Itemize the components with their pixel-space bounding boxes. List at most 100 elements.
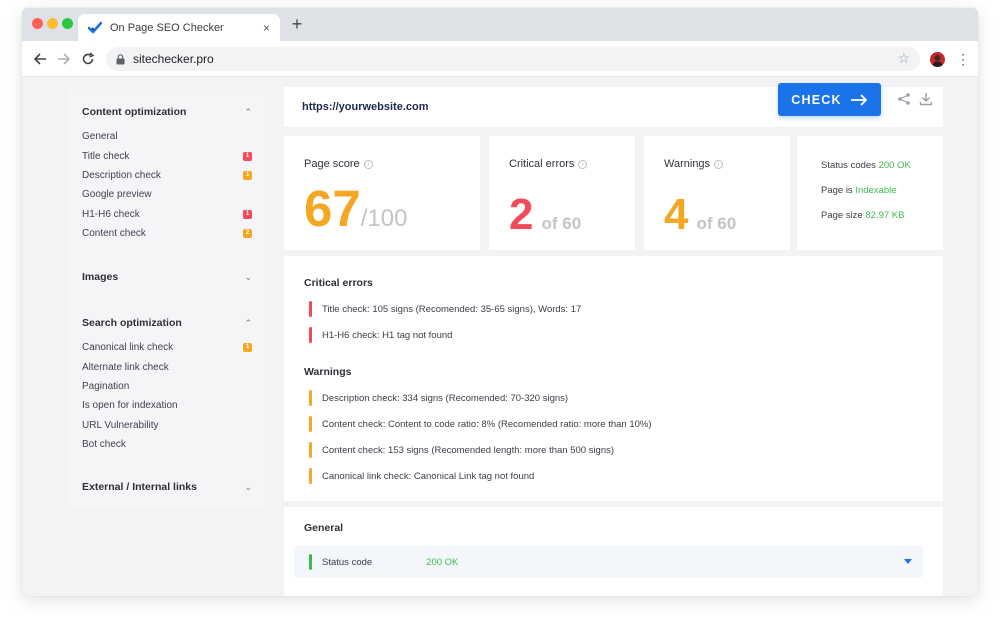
warning-indicator-bar bbox=[309, 442, 312, 458]
info-icon[interactable]: i bbox=[578, 159, 588, 169]
info-icon[interactable]: i bbox=[714, 159, 724, 169]
sidebar-item-description-check[interactable]: Description check 1 bbox=[82, 166, 252, 185]
sidebar-item-bot-check[interactable]: Bot check bbox=[82, 435, 252, 454]
browser-menu-icon[interactable]: ⋮ bbox=[956, 50, 970, 68]
warning-item: Description check: 334 signs (Recomended… bbox=[309, 390, 568, 406]
sidebar-item-canonical-link-check[interactable]: Canonical link check 1 bbox=[82, 338, 252, 357]
sidebar-item-title-check[interactable]: Title check 1 bbox=[82, 146, 252, 165]
sidebar-item-label: Description check bbox=[82, 169, 161, 181]
sidebar-item-url-vulnerability[interactable]: URL Vulnerability bbox=[82, 416, 252, 435]
chevron-up-icon: ⌃ bbox=[244, 106, 252, 117]
issue-text: Description check: 334 signs (Recomended… bbox=[322, 392, 569, 404]
profile-avatar[interactable] bbox=[930, 52, 945, 67]
website-url-input[interactable]: https://yourwebsite.com bbox=[302, 101, 429, 113]
score-number: 2 bbox=[509, 190, 534, 239]
issue-text: Content check: 153 signs (Recomended len… bbox=[322, 444, 615, 456]
page-size-stat: Page size 82.97 KB bbox=[821, 210, 904, 221]
browser-toolbar: sitechecker.pro ☆ ⋮ bbox=[22, 41, 978, 77]
critical-error-item: H1-H6 check: H1 tag not found bbox=[309, 327, 452, 343]
stat-value: 200 OK bbox=[878, 160, 911, 171]
stat-value: 82.97 KB bbox=[865, 210, 905, 221]
score-suffix: of 60 bbox=[541, 214, 582, 233]
section-header-content-optimization[interactable]: Content optimization ⌃ bbox=[82, 103, 252, 121]
section-header-external-internal-links[interactable]: External / Internal links ⌄ bbox=[82, 478, 252, 496]
sidebar-section-images: Images ⌄ bbox=[68, 268, 266, 286]
sidebar-item-google-preview[interactable]: Google preview bbox=[82, 185, 252, 204]
section-header-images[interactable]: Images ⌄ bbox=[82, 268, 252, 286]
critical-error-item: Title check: 105 signs (Recomended: 35-6… bbox=[309, 301, 581, 317]
sidebar-item-indexation[interactable]: Is open for indexation bbox=[82, 396, 252, 415]
expand-triangle-icon[interactable] bbox=[904, 559, 912, 564]
download-icon[interactable] bbox=[919, 92, 933, 106]
sidebar-item-label: Google preview bbox=[82, 189, 152, 201]
check-button-label: CHECK bbox=[791, 92, 842, 107]
page-score-card: Page score i 67/100 bbox=[284, 136, 480, 250]
warning-indicator-bar bbox=[309, 468, 312, 484]
status-code-row[interactable]: Status code 200 OK bbox=[294, 546, 923, 578]
critical-errors-heading: Critical errors bbox=[304, 277, 373, 289]
general-heading: General bbox=[304, 522, 344, 534]
address-bar[interactable]: sitechecker.pro ☆ bbox=[106, 47, 920, 71]
share-icon[interactable] bbox=[897, 92, 911, 106]
section-title: Images bbox=[82, 271, 119, 283]
critical-errors-label: Critical errors i bbox=[509, 158, 588, 170]
sidebar: Content optimization ⌃ General Title che… bbox=[68, 89, 266, 509]
back-arrow-icon[interactable] bbox=[30, 49, 50, 69]
browser-window: On Page SEO Checker × + sitechecker.pro … bbox=[22, 8, 978, 596]
tab-bar: On Page SEO Checker × + bbox=[22, 8, 978, 41]
warning-item: Content check: Content to code ratio: 8%… bbox=[309, 416, 652, 432]
info-icon[interactable]: i bbox=[363, 159, 373, 169]
browser-tab[interactable]: On Page SEO Checker × bbox=[78, 14, 280, 41]
section-header-search-optimization[interactable]: Search optimization ⌃ bbox=[82, 314, 252, 332]
chevron-down-icon: ⌄ bbox=[244, 271, 252, 282]
page-score-value: 67/100 bbox=[304, 182, 407, 246]
lock-icon bbox=[116, 53, 125, 64]
sidebar-item-label: Alternate link check bbox=[82, 361, 169, 373]
bookmark-star-icon[interactable]: ☆ bbox=[897, 50, 910, 67]
arrow-right-icon bbox=[850, 93, 867, 106]
tab-close-icon[interactable]: × bbox=[263, 21, 270, 35]
sidebar-item-h1-h6-check[interactable]: H1-H6 check 1 bbox=[82, 205, 252, 224]
sidebar-item-label: Title check bbox=[82, 150, 130, 162]
warning-item: Content check: 153 signs (Recomended len… bbox=[309, 442, 614, 458]
score-suffix: of 60 bbox=[696, 214, 737, 233]
page-is-stat: Page is Indexable bbox=[821, 185, 897, 196]
warning-indicator-bar bbox=[309, 390, 312, 406]
stat-label: Page size bbox=[821, 210, 863, 221]
minimize-window-dot[interactable] bbox=[47, 18, 58, 29]
forward-arrow-icon[interactable] bbox=[54, 49, 74, 69]
close-window-dot[interactable] bbox=[32, 18, 43, 29]
issue-text: Canonical link check: Canonical Link tag… bbox=[322, 470, 535, 482]
section-title: Search optimization bbox=[82, 317, 182, 329]
maximize-window-dot[interactable] bbox=[62, 18, 73, 29]
stat-label: Page is bbox=[821, 185, 853, 196]
warnings-card: Warnings i 4 of 60 bbox=[644, 136, 790, 250]
warning-item: Canonical link check: Canonical Link tag… bbox=[309, 468, 534, 484]
error-indicator-bar bbox=[309, 327, 312, 343]
sidebar-section-links: External / Internal links ⌄ bbox=[68, 478, 266, 496]
page-score-label: Page score i bbox=[304, 158, 373, 170]
sidebar-item-content-check[interactable]: Content check 2 bbox=[82, 224, 252, 243]
reload-icon[interactable] bbox=[78, 49, 98, 69]
issue-text: Title check: 105 signs (Recomended: 35-6… bbox=[322, 303, 582, 315]
sidebar-item-general[interactable]: General bbox=[82, 127, 252, 146]
status-code-value: 200 OK bbox=[426, 556, 459, 568]
sidebar-item-label: Bot check bbox=[82, 439, 126, 451]
score-number: 67 bbox=[304, 180, 361, 237]
error-count-badge: 1 bbox=[243, 209, 252, 219]
error-indicator-bar bbox=[309, 301, 312, 317]
sidebar-item-pagination[interactable]: Pagination bbox=[82, 377, 252, 396]
sidebar-item-label: Canonical link check bbox=[82, 342, 174, 354]
error-count-badge: 1 bbox=[243, 151, 252, 161]
new-tab-button[interactable]: + bbox=[288, 14, 306, 34]
warning-count-badge: 2 bbox=[243, 229, 252, 239]
check-button[interactable]: CHECK bbox=[778, 83, 881, 116]
issue-text: Content check: Content to code ratio: 8%… bbox=[322, 418, 652, 430]
sidebar-item-label: Is open for indexation bbox=[82, 400, 178, 412]
chevron-down-icon: ⌄ bbox=[244, 481, 252, 492]
page-content: Content optimization ⌃ General Title che… bbox=[22, 77, 978, 596]
sidebar-item-label: Content check bbox=[82, 228, 146, 240]
critical-errors-value: 2 of 60 bbox=[509, 188, 581, 251]
score-label-text: Page score bbox=[304, 158, 360, 170]
sidebar-item-alternate-link-check[interactable]: Alternate link check bbox=[82, 357, 252, 376]
